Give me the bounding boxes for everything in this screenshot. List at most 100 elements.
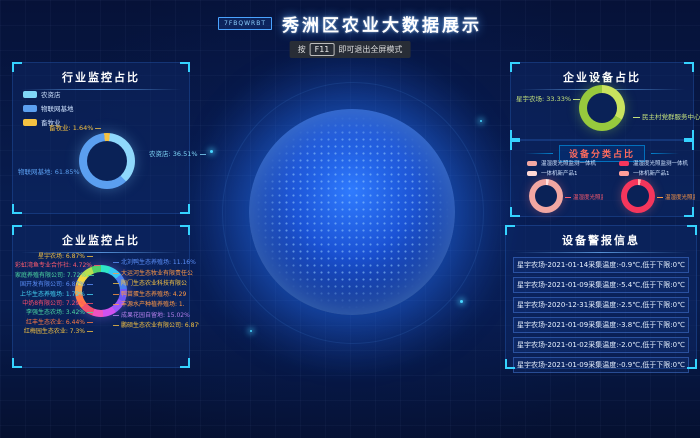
legend-label: 一体机新产品1 — [633, 169, 670, 177]
fullscreen-hint-suffix: 即可退出全屏模式 — [338, 44, 402, 55]
f11-keycap: F11 — [310, 43, 335, 56]
corner-bracket — [505, 359, 515, 369]
glow-particle — [250, 330, 252, 332]
legend-label: 农资店 — [41, 89, 61, 99]
device-alarm-panel: 设备警报信息 星宇农场-2021-01-14采集温度:-0.9℃,低于下限:0℃… — [505, 225, 697, 369]
legend-swatch — [619, 171, 629, 176]
corner-bracket — [684, 130, 694, 140]
logo: 7FBQWRBT — [218, 17, 272, 30]
category-chart-right: 温湿度光照监测一体机 一体机新产品1 温湿度光照监一 — [605, 159, 695, 215]
industry-monitor-panel: 行业监控占比 农资店 物联网基地 畜牧业 — [12, 62, 190, 214]
panel-title: 行业监控占比 — [13, 63, 189, 85]
pie-label: 红梅园生态农业: 7.3% — [15, 327, 93, 336]
legend-item[interactable]: 温湿度光照监测一体机 — [619, 159, 695, 167]
legend-item[interactable]: 温湿度光照监测一体机 — [527, 159, 603, 167]
category-donut-left[interactable] — [529, 179, 563, 213]
enterprise-monitor-panel: 企业监控占比 星宇农场: 6.87% 彩虹湾鱼专业合作社: 4.72% 家庭养殖… — [12, 225, 190, 368]
category-chart-left: 温湿度光照监测一体机 一体机新产品1 温湿度光照监测一 — [513, 159, 603, 215]
corner-bracket — [687, 359, 697, 369]
corner-bracket — [12, 62, 22, 72]
pie-label: 大运河生态牧业有限责任公 — [113, 269, 199, 280]
category-legend: 温湿度光照监测一体机 一体机新产品1 — [513, 159, 603, 177]
legend-item[interactable]: 一体机新产品1 — [619, 169, 695, 177]
pie-label: 中奶8有限公司: 7.29% — [15, 299, 93, 308]
pie-label: 红丰生态农业: 6.44% — [15, 318, 93, 327]
legend-swatch — [23, 119, 37, 126]
pie-label: 温湿度光照监一 — [657, 193, 695, 201]
legend-item[interactable]: 一体机新产品1 — [527, 169, 603, 177]
page-title: 秀洲区农业大数据展示 — [282, 11, 482, 36]
enterprise-labels-right: 北刘鸭生态养殖场: 11.16% 大运河生态牧业有限责任公 陶门生态农业科技有限… — [113, 258, 199, 332]
pie-label: 上华生态养殖场: 1.72% — [15, 290, 93, 299]
corner-bracket — [180, 204, 190, 214]
pie-label: 鹏硕生态农业有限公司: 6.87% — [113, 321, 199, 332]
pie-label: 民主村党群服务中心... — [633, 111, 700, 121]
pie-label: 成果花园自留地: 15.02% — [113, 311, 199, 322]
glow-particle — [210, 150, 213, 153]
panel-title: 企业设备占比 — [511, 63, 693, 85]
alarm-list-item: 星宇农场-2021-01-09采集温度:-0.9℃,低于下限:0℃ — [513, 357, 689, 373]
corner-bracket — [684, 140, 694, 150]
pie-label: 星宇农场: 6.87% — [15, 252, 93, 261]
globe — [249, 109, 455, 315]
alarm-list-item: 星宇农场-2021-01-14采集温度:-0.9℃,低于下限:0℃ — [513, 257, 689, 273]
corner-bracket — [684, 62, 694, 72]
glow-particle — [480, 120, 482, 122]
legend-label: 温湿度光照监测一体机 — [633, 159, 688, 167]
title-divider — [514, 252, 688, 253]
pie-label: 温湿度光照监测一 — [565, 193, 603, 201]
legend-swatch — [619, 161, 629, 166]
pie-label: 鸭苗蛋生态养殖场: 4.29 — [113, 290, 199, 301]
corner-bracket — [505, 225, 515, 235]
pie-label: 北刘鸭生态养殖场: 11.16% — [113, 258, 199, 269]
legend-swatch — [527, 171, 537, 176]
corner-bracket — [510, 130, 520, 140]
pie-label: 彩虹湾鱼专业合作社: 4.72% — [15, 261, 93, 270]
legend-item[interactable]: 农资店 — [23, 89, 74, 99]
device-ratio-panel: 企业设备占比 星宇农场: 33.33% 民主村党群服务中心... — [510, 62, 694, 140]
pie-label: 陶门生态农业科技有限公 — [113, 279, 199, 290]
glow-particle — [460, 300, 463, 303]
industry-donut-chart[interactable] — [79, 133, 135, 189]
corner-bracket — [510, 140, 520, 150]
corner-bracket — [684, 207, 694, 217]
title-side-line — [525, 153, 553, 154]
legend-swatch — [527, 161, 537, 166]
corner-bracket — [180, 358, 190, 368]
pie-label: 畜牧业: 1.64% — [49, 122, 101, 132]
category-donut-right[interactable] — [621, 179, 655, 213]
legend-item[interactable]: 物联网基地 — [23, 103, 74, 113]
legend-label: 温湿度光照监测一体机 — [541, 159, 596, 167]
header: 7FBQWRBT 秀洲区农业大数据展示 — [0, 11, 700, 36]
dashboard: 7FBQWRBT 秀洲区农业大数据展示 按 F11 即可退出全屏模式 行业监控占… — [0, 0, 700, 438]
corner-bracket — [180, 62, 190, 72]
device-category-panel: 设备分类占比 温湿度光照监测一体机 一体机新产品1 温湿度光照监测一 — [510, 140, 694, 217]
title-side-line — [651, 153, 679, 154]
pie-label: 丰源水产种植养殖场: 1. — [113, 300, 199, 311]
device-donut-chart[interactable] — [579, 85, 625, 131]
corner-bracket — [510, 62, 520, 72]
pie-label: 国开发有限公司: 6.87% — [15, 280, 93, 289]
corner-bracket — [12, 358, 22, 368]
pie-label: 物联网基地: 61.85% — [18, 166, 88, 176]
legend-swatch — [23, 105, 37, 112]
pie-label: 家庭养殖有限公司: 7.72% — [15, 271, 93, 280]
pie-label: 李强生态农场: 3.42% — [15, 308, 93, 317]
alarm-list-item: 星宇农场-2021-01-09采集温度:-3.8℃,低于下限:0℃ — [513, 317, 689, 333]
alarm-list-item: 星宇农场-2021-01-02采集温度:-2.0℃,低于下限:0℃ — [513, 337, 689, 353]
fullscreen-hint-prefix: 按 — [298, 44, 306, 55]
corner-bracket — [687, 225, 697, 235]
legend-swatch — [23, 91, 37, 98]
panel-title: 企业监控占比 — [13, 226, 189, 248]
alarm-list: 星宇农场-2021-01-14采集温度:-0.9℃,低于下限:0℃ 星宇农场-2… — [506, 257, 696, 373]
enterprise-labels-left: 星宇农场: 6.87% 彩虹湾鱼专业合作社: 4.72% 家庭养殖有限公司: 7… — [15, 252, 93, 337]
alarm-list-item: 星宇农场-2021-01-09采集温度:-5.4℃,低于下限:0℃ — [513, 277, 689, 293]
legend-label: 一体机新产品1 — [541, 169, 578, 177]
alarm-list-item: 星宇农场-2020-12-31采集温度:-2.5℃,低于下限:0℃ — [513, 297, 689, 313]
fullscreen-hint: 按 F11 即可退出全屏模式 — [290, 41, 411, 58]
corner-bracket — [12, 204, 22, 214]
panel-title: 设备警报信息 — [506, 226, 696, 248]
corner-bracket — [12, 225, 22, 235]
legend-label: 物联网基地 — [41, 103, 74, 113]
pie-label: 农资店: 36.51% — [149, 148, 206, 158]
